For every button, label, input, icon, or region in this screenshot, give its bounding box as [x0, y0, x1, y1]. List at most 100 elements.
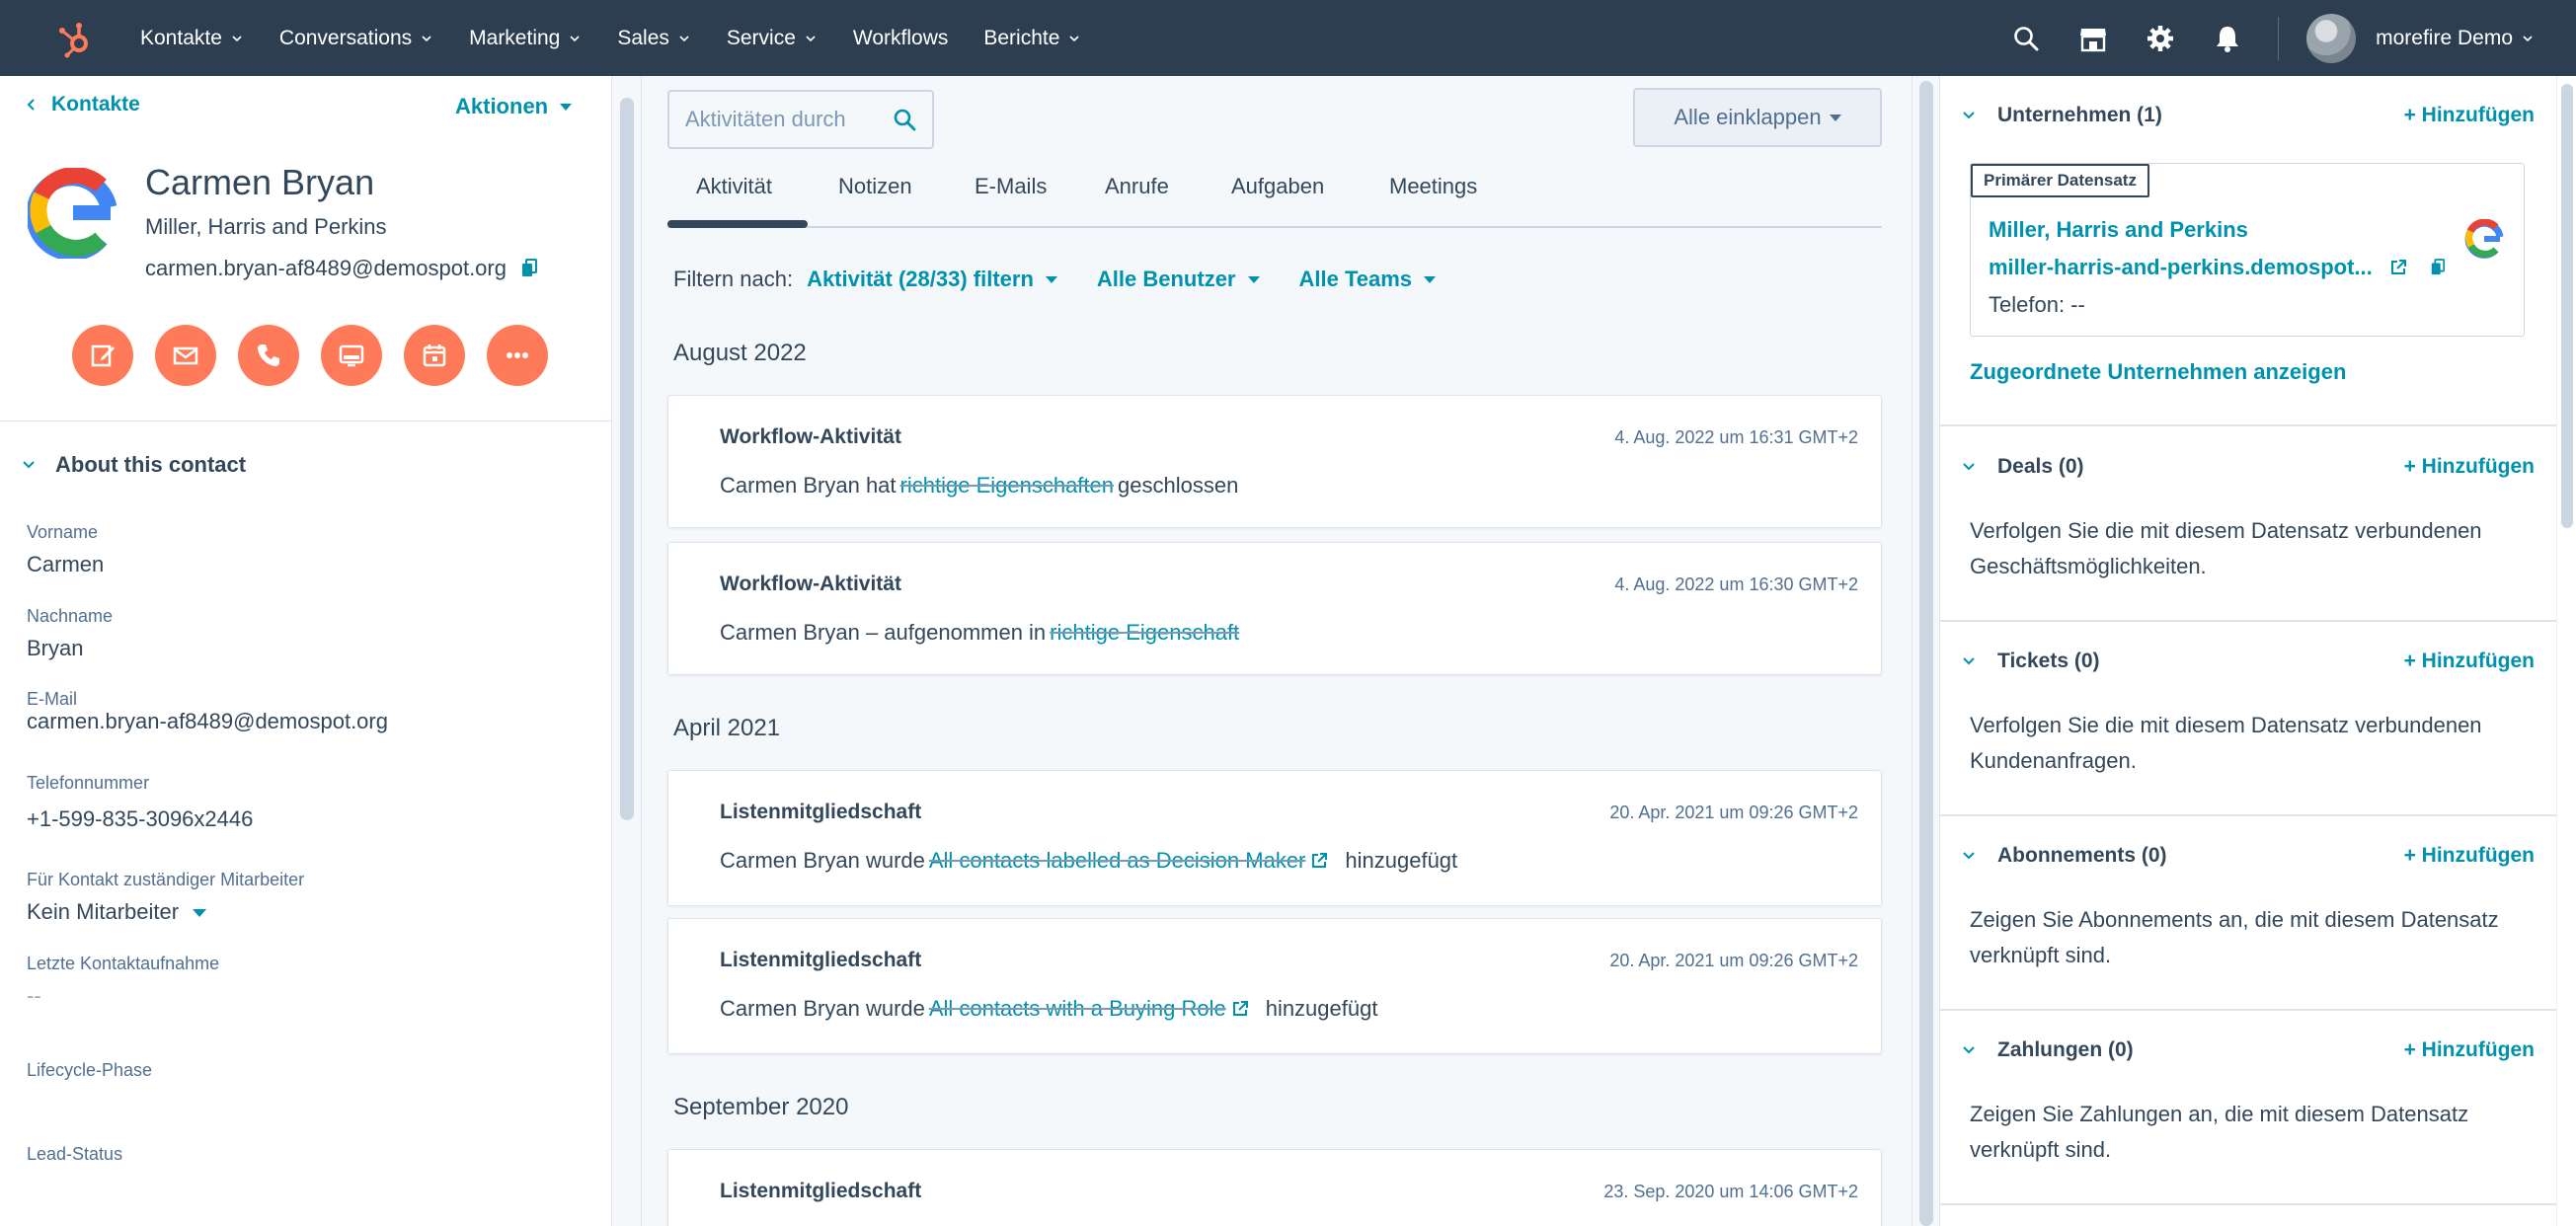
timeline-scrollbar-thumb[interactable] — [1919, 81, 1933, 1226]
back-link-label: Kontakte — [51, 93, 140, 115]
actions-dropdown[interactable]: Aktionen — [455, 94, 573, 119]
activity-card[interactable]: Listenmitgliedschaft 20. Apr. 2021 um 09… — [667, 918, 1882, 1054]
activity-card-body: Carmen Bryan wurde All contacts labelled… — [720, 848, 1457, 874]
right-scrollbar-thumb[interactable] — [2561, 84, 2573, 528]
show-associated-companies-link[interactable]: Zugeordnete Unternehmen anzeigen — [1970, 359, 2346, 385]
timeline-scrollbar[interactable] — [1912, 76, 1939, 1226]
caret-down-icon — [560, 103, 573, 111]
caret-down-icon — [1045, 275, 1057, 283]
subscriptions-section-toggle[interactable]: Abonnements (0) + Hinzufügen — [1962, 844, 2535, 868]
active-tab-indicator — [667, 220, 808, 228]
property-value-owner: Kein Mitarbeiter — [27, 899, 180, 924]
back-to-contacts-link[interactable]: Kontakte — [26, 93, 140, 116]
nav-service[interactable]: Service — [727, 27, 818, 50]
property-value-nachname[interactable]: Bryan — [27, 636, 83, 661]
activity-card[interactable]: Listenmitgliedschaft 20. Apr. 2021 um 09… — [667, 770, 1882, 906]
users-filter-dropdown[interactable]: Alle Benutzer — [1097, 267, 1260, 292]
nav-separator — [2278, 16, 2280, 60]
tab-notizen[interactable]: Notizen — [838, 174, 912, 199]
chevron-down-icon — [1069, 35, 1079, 41]
company-name-link[interactable]: Miller, Harris and Perkins — [1989, 217, 2248, 243]
tab-aktivitaet[interactable]: Aktivität — [696, 174, 772, 199]
company-domain-link[interactable]: miller-harris-and-perkins.demospot... — [1989, 255, 2373, 280]
activity-card-link[interactable]: richtige Eigenschaften — [900, 473, 1114, 498]
email-icon — [173, 346, 198, 365]
activity-card-timestamp: 4. Aug. 2022 um 16:31 GMT+2 — [1614, 427, 1858, 447]
activity-card[interactable]: Listenmitgliedschaft 23. Sep. 2020 um 14… — [667, 1149, 1882, 1226]
tickets-section-toggle[interactable]: Tickets (0) + Hinzufügen — [1962, 650, 2535, 673]
send-email-button[interactable] — [155, 325, 216, 386]
account-menu[interactable]: morefire Demo — [2376, 27, 2535, 50]
copy-icon[interactable] — [520, 259, 538, 278]
nav-conversations[interactable]: Conversations — [279, 27, 433, 50]
companies-section-toggle[interactable]: Unternehmen (1) + Hinzufügen — [1962, 104, 2535, 127]
hubspot-logo-icon[interactable] — [55, 19, 95, 58]
property-label-lifecycle: Lifecycle-Phase — [27, 1060, 153, 1080]
bell-icon[interactable] — [2211, 22, 2244, 55]
nav-kontakte[interactable]: Kontakte — [140, 27, 244, 50]
activity-card[interactable]: Workflow-Aktivität 4. Aug. 2022 um 16:30… — [667, 542, 1882, 675]
nav-berichte[interactable]: Berichte — [983, 27, 1081, 50]
payments-section-toggle[interactable]: Zahlungen (0) + Hinzufügen — [1962, 1038, 2535, 1062]
tab-emails[interactable]: E-Mails — [975, 174, 1047, 199]
property-label-owner: Für Kontakt zuständiger Mitarbeiter — [27, 870, 305, 889]
add-deal-button[interactable]: + Hinzufügen — [2404, 455, 2535, 479]
activity-card-suffix: hinzugefügt — [1265, 996, 1378, 1021]
teams-filter-dropdown[interactable]: Alle Teams — [1299, 267, 1437, 292]
activity-card-link[interactable]: All contacts with a Buying Role — [929, 996, 1226, 1022]
companies-section-title: Unternehmen (1) — [1997, 104, 2162, 126]
about-contact-section-toggle[interactable]: About this contact — [22, 452, 246, 478]
nav-right-tools: morefire Demo — [2009, 0, 2576, 76]
users-filter-label: Alle Benutzer — [1096, 267, 1236, 291]
add-company-button[interactable]: + Hinzufügen — [2404, 104, 2535, 127]
external-link-icon[interactable] — [1309, 851, 1329, 871]
more-actions-button[interactable] — [487, 325, 548, 386]
add-payment-button[interactable]: + Hinzufügen — [2404, 1038, 2535, 1062]
property-label-email: E-Mail — [27, 689, 78, 709]
nav-workflows[interactable]: Workflows — [853, 27, 948, 50]
tab-aufgaben[interactable]: Aufgaben — [1231, 174, 1324, 199]
add-subscription-button[interactable]: + Hinzufügen — [2404, 844, 2535, 868]
activity-card-link[interactable]: All contacts labelled as Decision Maker — [929, 848, 1306, 874]
contact-company: Miller, Harris and Perkins — [145, 214, 387, 239]
create-note-button[interactable] — [72, 325, 133, 386]
activity-filter-dropdown[interactable]: Aktivität (28/33) filtern — [807, 267, 1057, 292]
external-link-icon[interactable] — [1230, 999, 1250, 1019]
filter-row: Filtern nach: Aktivität (28/33) filtern … — [673, 267, 1475, 292]
associations-sidebar: Unternehmen (1) + Hinzufügen Primärer Da… — [1939, 76, 2556, 1226]
tab-meetings[interactable]: Meetings — [1389, 174, 1477, 199]
nav-sales[interactable]: Sales — [617, 27, 691, 50]
activity-card-title: Workflow-Aktivität — [720, 425, 901, 448]
marketplace-icon[interactable] — [2076, 22, 2110, 55]
activity-card[interactable]: Workflow-Aktivität 4. Aug. 2022 um 16:31… — [667, 395, 1882, 528]
payments-section-title: Zahlungen (0) — [1997, 1038, 2134, 1061]
gear-icon[interactable] — [2144, 22, 2177, 55]
nav-sales-label: Sales — [617, 26, 669, 49]
left-scrollbar-thumb[interactable] — [620, 98, 634, 820]
property-value-vorname[interactable]: Carmen — [27, 552, 104, 577]
owner-select[interactable]: Kein Mitarbeiter — [27, 899, 207, 925]
company-phone: Telefon: -- — [1989, 292, 2085, 317]
tab-anrufe[interactable]: Anrufe — [1105, 174, 1169, 199]
company-domain-row: miller-harris-and-perkins.demospot... — [1989, 255, 2446, 280]
deals-section-toggle[interactable]: Deals (0) + Hinzufügen — [1962, 455, 2535, 479]
log-activity-button[interactable] — [321, 325, 382, 386]
section-divider — [1940, 1203, 2556, 1205]
schedule-meeting-button[interactable] — [404, 325, 465, 386]
avatar[interactable] — [2306, 13, 2357, 63]
activity-card-prefix: Carmen Bryan hat — [720, 473, 897, 498]
tickets-section-description: Verfolgen Sie die mit diesem Datensatz v… — [1970, 713, 2482, 773]
property-value-phone[interactable]: +1-599-835-3096x2446 — [27, 806, 253, 832]
search-icon[interactable] — [2009, 22, 2043, 55]
nav-service-label: Service — [726, 26, 796, 49]
external-link-icon[interactable] — [2388, 258, 2408, 277]
account-name: morefire Demo — [2376, 26, 2513, 49]
add-ticket-button[interactable]: + Hinzufügen — [2404, 650, 2535, 673]
copy-icon[interactable] — [2430, 259, 2446, 276]
activity-card-link[interactable]: richtige Eigenschaft — [1050, 620, 1239, 646]
nav-marketing[interactable]: Marketing — [469, 27, 582, 50]
left-scrollbar[interactable] — [612, 76, 642, 1226]
property-value-email[interactable]: carmen.bryan-af8489@demospot.org — [27, 709, 388, 734]
call-button[interactable] — [238, 325, 299, 386]
right-scrollbar[interactable] — [2556, 76, 2576, 1226]
